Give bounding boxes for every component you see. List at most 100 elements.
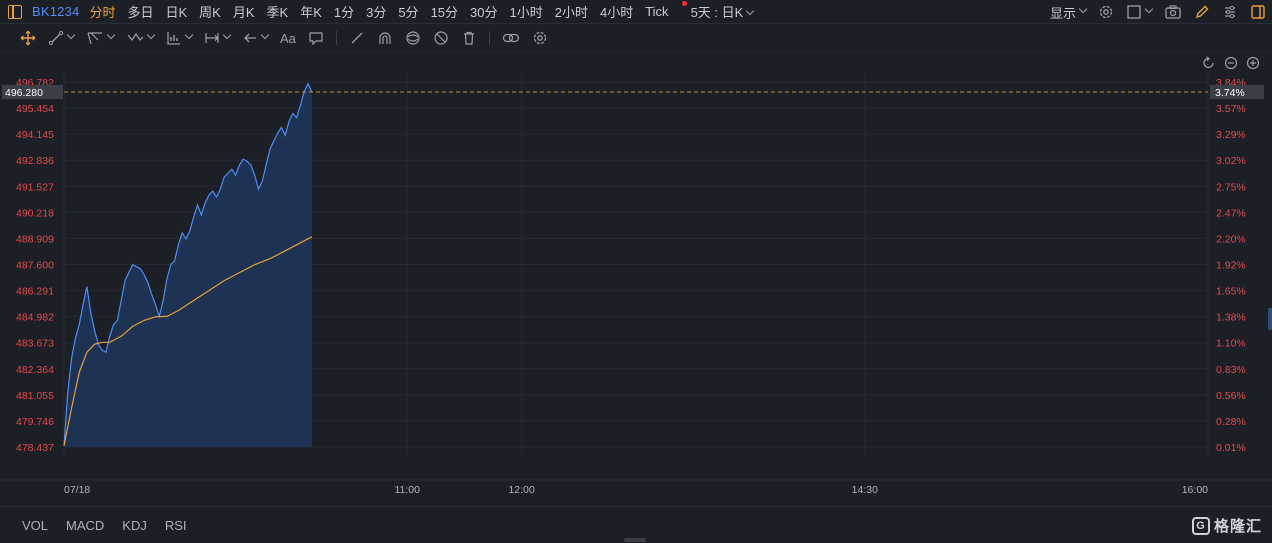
zoom-in-icon[interactable]	[1246, 56, 1260, 75]
logo-text: 格隆汇	[1213, 518, 1262, 535]
period-tab[interactable]: 日K	[166, 2, 188, 21]
chevron-down-icon	[1144, 4, 1154, 14]
range-icon[interactable]	[204, 30, 232, 46]
chevron-down-icon	[222, 30, 232, 40]
period-tab[interactable]: 1分	[334, 2, 354, 21]
toolbar-divider	[488, 31, 490, 45]
range-dropdown-label: 5天 : 日K	[690, 5, 744, 20]
y-tick-label-left: 478.437	[16, 442, 54, 454]
period-tab[interactable]: 4小时	[600, 2, 633, 21]
x-tick-label: 07/18	[64, 484, 90, 496]
channel-icon[interactable]	[86, 30, 116, 46]
period-tab[interactable]: 年K	[300, 2, 322, 21]
zoom-out-icon[interactable]	[1224, 56, 1238, 75]
crosshair-move-icon[interactable]	[20, 30, 36, 46]
chevron-down-icon	[184, 30, 194, 40]
display-dropdown[interactable]: 显示	[1050, 3, 1088, 22]
y-tick-label-left: 487.600	[16, 260, 54, 272]
panel-toggle-icon[interactable]	[8, 4, 22, 19]
period-tab[interactable]: 月K	[233, 2, 255, 21]
y-tick-label-left: 483.673	[16, 338, 54, 350]
period-tab[interactable]: 2小时	[555, 2, 588, 21]
delete-icon[interactable]	[461, 30, 477, 46]
period-tab[interactable]: Tick	[645, 1, 687, 19]
y-tick-label-right: 1.38%	[1216, 312, 1246, 324]
toolbar-divider	[335, 31, 337, 45]
y-tick-label-right: 0.56%	[1216, 390, 1246, 402]
lock-icon[interactable]	[433, 30, 449, 46]
indicator-tab[interactable]: MACD	[66, 518, 104, 533]
chevron-down-icon	[1078, 4, 1088, 14]
y-tick-label-right: 0.01%	[1216, 442, 1246, 454]
eraser-icon[interactable]	[349, 30, 365, 46]
trend-line-icon[interactable]	[48, 30, 76, 46]
y-tick-label-left: 488.909	[16, 233, 54, 245]
period-selector: BK1234 分时 多日 日K 周K 月K 季K 年K 1分 3分 5分 15分 30分 1小时 2小时 4…	[0, 0, 765, 24]
intraday-chart[interactable]: 496.782 3.84%495.454 3.57%494.145 3.29%492.…	[0, 52, 1272, 509]
chart-area[interactable]: 496.782 3.84% 495.454 3.57% 494.145 3.29% 492.…	[0, 52, 1272, 509]
period-tab[interactable]: 3分	[366, 2, 386, 21]
y-tick-label-right: 0.28%	[1216, 416, 1246, 428]
period-tab[interactable]: 周K	[199, 2, 221, 21]
x-tick-label: 14:30	[852, 484, 878, 496]
period-tab[interactable]: 多日	[127, 2, 153, 21]
top-bar: BK1234 分时 多日 日K 周K 月K 季K 年K 1分 3分 5分 15分 30分 1小时 2小时 4…	[0, 0, 1272, 24]
y-tick-label-right: 1.92%	[1216, 260, 1246, 272]
y-tick-label-right: 2.47%	[1216, 207, 1246, 219]
pencil-icon[interactable]	[1194, 4, 1210, 20]
y-tick-label-left: 494.145	[16, 129, 54, 141]
visibility-icon[interactable]	[405, 30, 421, 46]
y-tick-label-right: 3.02%	[1216, 155, 1246, 167]
chart-corner-tools	[1202, 56, 1260, 75]
period-tab[interactable]: 15分	[431, 2, 458, 21]
pattern-icon[interactable]	[126, 30, 156, 46]
y-tick-label-left: 482.364	[16, 364, 54, 376]
measure-icon[interactable]	[166, 30, 194, 46]
brand-logo: G 格隆汇	[1191, 515, 1262, 536]
y-tick-label-left: 479.746	[16, 416, 54, 428]
settings-icon[interactable]	[532, 30, 548, 46]
settings-icon[interactable]	[1098, 4, 1114, 20]
indicator-tab[interactable]: RSI	[165, 518, 187, 533]
period-tabs: 分时 多日 日K 周K 月K 季K 年K 1分 3分 5分 15分 30分 1小时 2小时 4小时 Tick	[89, 1, 687, 21]
chevron-down-icon	[746, 6, 755, 16]
current-pct-label: 3.74%	[1215, 87, 1245, 99]
x-tick-label: 16:00	[1182, 484, 1208, 496]
period-tab[interactable]: 5分	[398, 2, 418, 21]
reset-icon[interactable]	[1202, 56, 1216, 75]
layout-box-icon[interactable]	[1126, 4, 1154, 20]
top-right-tools: 显示	[1038, 0, 1272, 24]
period-tab[interactable]: 30分	[470, 2, 497, 21]
text-icon[interactable]: Aa	[280, 31, 296, 46]
bottom-scroll-pill[interactable]	[624, 538, 646, 542]
period-tab[interactable]: 1小时	[510, 2, 543, 21]
period-tab[interactable]: 季K	[267, 2, 289, 21]
indicator-tab[interactable]: VOL	[22, 518, 48, 533]
y-tick-label-left: 490.218	[16, 207, 54, 219]
symbol-code[interactable]: BK1234	[32, 4, 79, 19]
y-tick-label-right: 2.75%	[1216, 181, 1246, 193]
logo-mark-icon: G	[1191, 516, 1210, 535]
y-tick-label-left: 491.527	[16, 181, 54, 193]
y-tick-label-left: 492.836	[16, 155, 54, 167]
adjust-sliders-icon[interactable]	[1222, 4, 1238, 20]
camera-icon[interactable]	[1164, 4, 1182, 20]
chevron-down-icon	[146, 30, 156, 40]
indicator-tabs: VOL MACD KDJ RSI	[22, 518, 205, 533]
drawing-toolbar: Aa	[0, 25, 1272, 52]
x-tick-label: 12:00	[508, 484, 534, 496]
chevron-down-icon	[66, 30, 76, 40]
link-icon[interactable]	[502, 30, 520, 46]
arrow-back-icon[interactable]	[242, 30, 270, 46]
right-scroll-handle[interactable]	[1268, 308, 1272, 330]
indicator-tab[interactable]: KDJ	[122, 518, 147, 533]
range-dropdown[interactable]: 5天 : 日K	[690, 2, 755, 21]
y-tick-label-right: 0.83%	[1216, 364, 1246, 376]
y-tick-label-right: 3.57%	[1216, 103, 1246, 115]
y-tick-label-right: 1.65%	[1216, 286, 1246, 298]
period-tab[interactable]: 分时	[89, 2, 115, 21]
comment-icon[interactable]	[308, 30, 324, 46]
chevron-down-icon	[260, 30, 270, 40]
magnet-icon[interactable]	[377, 30, 393, 46]
side-panel-icon[interactable]	[1250, 4, 1266, 20]
